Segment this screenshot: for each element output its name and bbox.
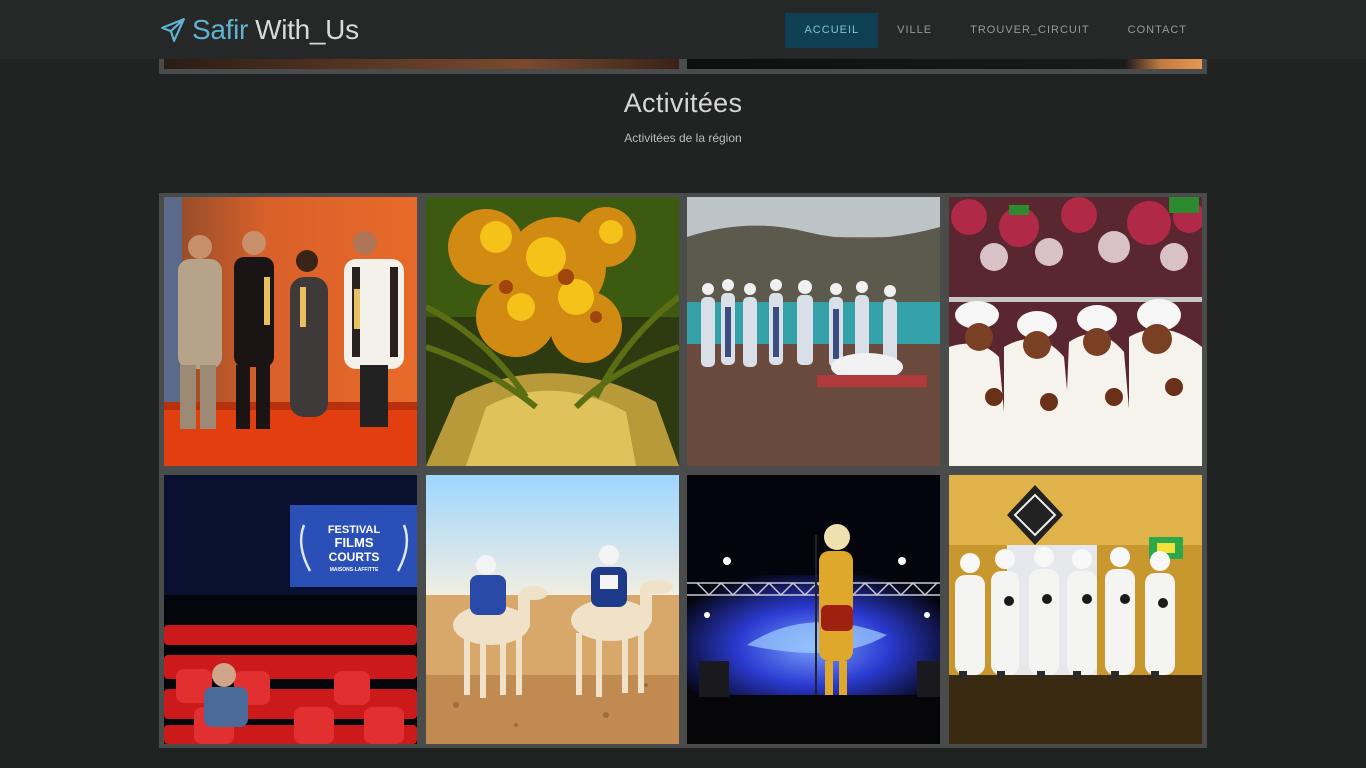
section-title: Activitées xyxy=(623,88,743,118)
brand-logo[interactable]: Safir With_Us xyxy=(160,14,359,46)
previous-photo-left[interactable] xyxy=(164,59,679,69)
screen-text-courts: COURTS xyxy=(329,550,380,564)
clapping-men-photo[interactable] xyxy=(949,197,1202,466)
activities-gallery: FESTIVAL FILMS COURTS MAISONS-LAFFITTE xyxy=(159,193,1207,748)
traditional-dancers-photo[interactable] xyxy=(949,475,1202,744)
award-ceremony-photo[interactable] xyxy=(164,197,417,466)
main-nav: ACCUEIL VILLE TROUVER_CIRCUIT CONTACT xyxy=(785,13,1206,48)
brand-name-part2: With_Us xyxy=(255,14,359,45)
brand-name-part1: Safir xyxy=(192,14,249,45)
film-festival-photo[interactable]: FESTIVAL FILMS COURTS MAISONS-LAFFITTE xyxy=(164,475,417,744)
date-palm-photo[interactable] xyxy=(426,197,679,466)
nav-item-accueil[interactable]: ACCUEIL xyxy=(785,13,879,48)
lakeside-folk-dance-photo[interactable] xyxy=(687,197,940,466)
screen-text-location: MAISONS-LAFFITTE xyxy=(330,567,379,573)
section-subtitle: Activitées de la région xyxy=(624,131,742,145)
paper-plane-icon xyxy=(161,18,185,42)
top-navbar: Safir With_Us ACCUEIL VILLE TROUVER_CIRC… xyxy=(0,0,1366,59)
camel-race-photo[interactable] xyxy=(426,475,679,744)
nav-item-contact[interactable]: CONTACT xyxy=(1109,13,1206,48)
concert-stage-photo[interactable] xyxy=(687,475,940,744)
screen-text-films: FILMS xyxy=(335,535,374,550)
nav-item-trouver-circuit[interactable]: TROUVER_CIRCUIT xyxy=(951,13,1109,48)
previous-photo-right[interactable] xyxy=(687,59,1202,69)
previous-gallery-edge xyxy=(159,59,1207,74)
nav-item-ville[interactable]: VILLE xyxy=(878,13,951,48)
